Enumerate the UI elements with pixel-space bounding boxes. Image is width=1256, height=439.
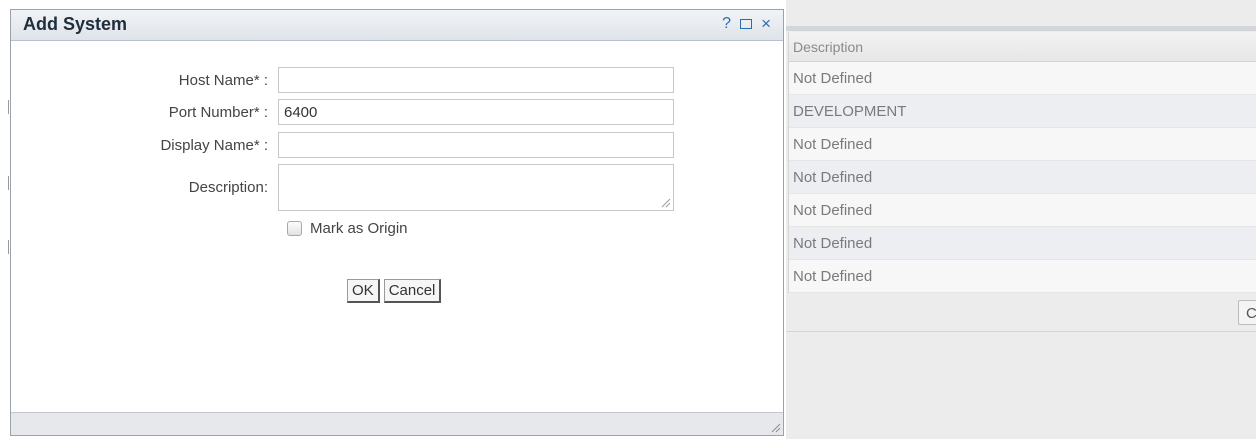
resize-grip-icon[interactable]	[769, 421, 781, 433]
dialog-buttons: OK Cancel	[347, 279, 442, 303]
port-number-input[interactable]	[278, 99, 674, 125]
description-textarea[interactable]	[278, 164, 674, 211]
table-row[interactable]: Not Defined	[789, 194, 1256, 227]
window-controls: ? ×	[722, 15, 771, 33]
grid-close-button[interactable]: Cl	[1238, 300, 1256, 325]
dialog-title: Add System	[23, 14, 128, 34]
systems-grid: Description Not Defined DEVELOPMENT Not …	[786, 0, 1256, 439]
textarea-resize-icon[interactable]	[660, 197, 671, 208]
cancel-button[interactable]: Cancel	[383, 279, 442, 303]
table-row[interactable]: Not Defined	[789, 62, 1256, 95]
display-name-label: Display Name* :	[160, 137, 268, 154]
mark-as-origin-checkbox[interactable]	[287, 221, 302, 236]
ok-button[interactable]: OK	[347, 279, 380, 303]
background-divider	[8, 176, 9, 190]
dialog-titlebar[interactable]: Add System ? ×	[11, 10, 783, 41]
maximize-icon[interactable]	[740, 19, 753, 29]
table-row[interactable]: Not Defined	[789, 161, 1256, 194]
add-system-dialog: Add System ? × Host Name* : Port Number*…	[10, 9, 784, 436]
table-row[interactable]: Not Defined	[789, 227, 1256, 260]
table-row[interactable]: Not Defined	[789, 128, 1256, 161]
close-icon[interactable]: ×	[761, 15, 771, 33]
mark-as-origin-label[interactable]: Mark as Origin	[310, 220, 408, 237]
background-divider	[8, 240, 9, 254]
port-number-label: Port Number* :	[168, 104, 268, 121]
background-divider	[8, 100, 9, 114]
host-name-label: Host Name* :	[178, 72, 268, 89]
host-name-input[interactable]	[278, 67, 674, 93]
display-name-input[interactable]	[278, 132, 674, 158]
grid-footer-divider	[786, 331, 1256, 332]
mark-as-origin-option[interactable]: Mark as Origin	[287, 220, 408, 237]
grid-toolbar	[786, 26, 1256, 31]
column-header-description[interactable]: Description	[789, 32, 1256, 62]
table-row[interactable]: DEVELOPMENT	[789, 95, 1256, 128]
description-label: Description:	[188, 179, 268, 196]
help-icon[interactable]: ?	[722, 15, 731, 33]
dialog-statusbar	[11, 412, 783, 435]
systems-table: Description Not Defined DEVELOPMENT Not …	[788, 32, 1256, 293]
table-row[interactable]: Not Defined	[789, 260, 1256, 293]
